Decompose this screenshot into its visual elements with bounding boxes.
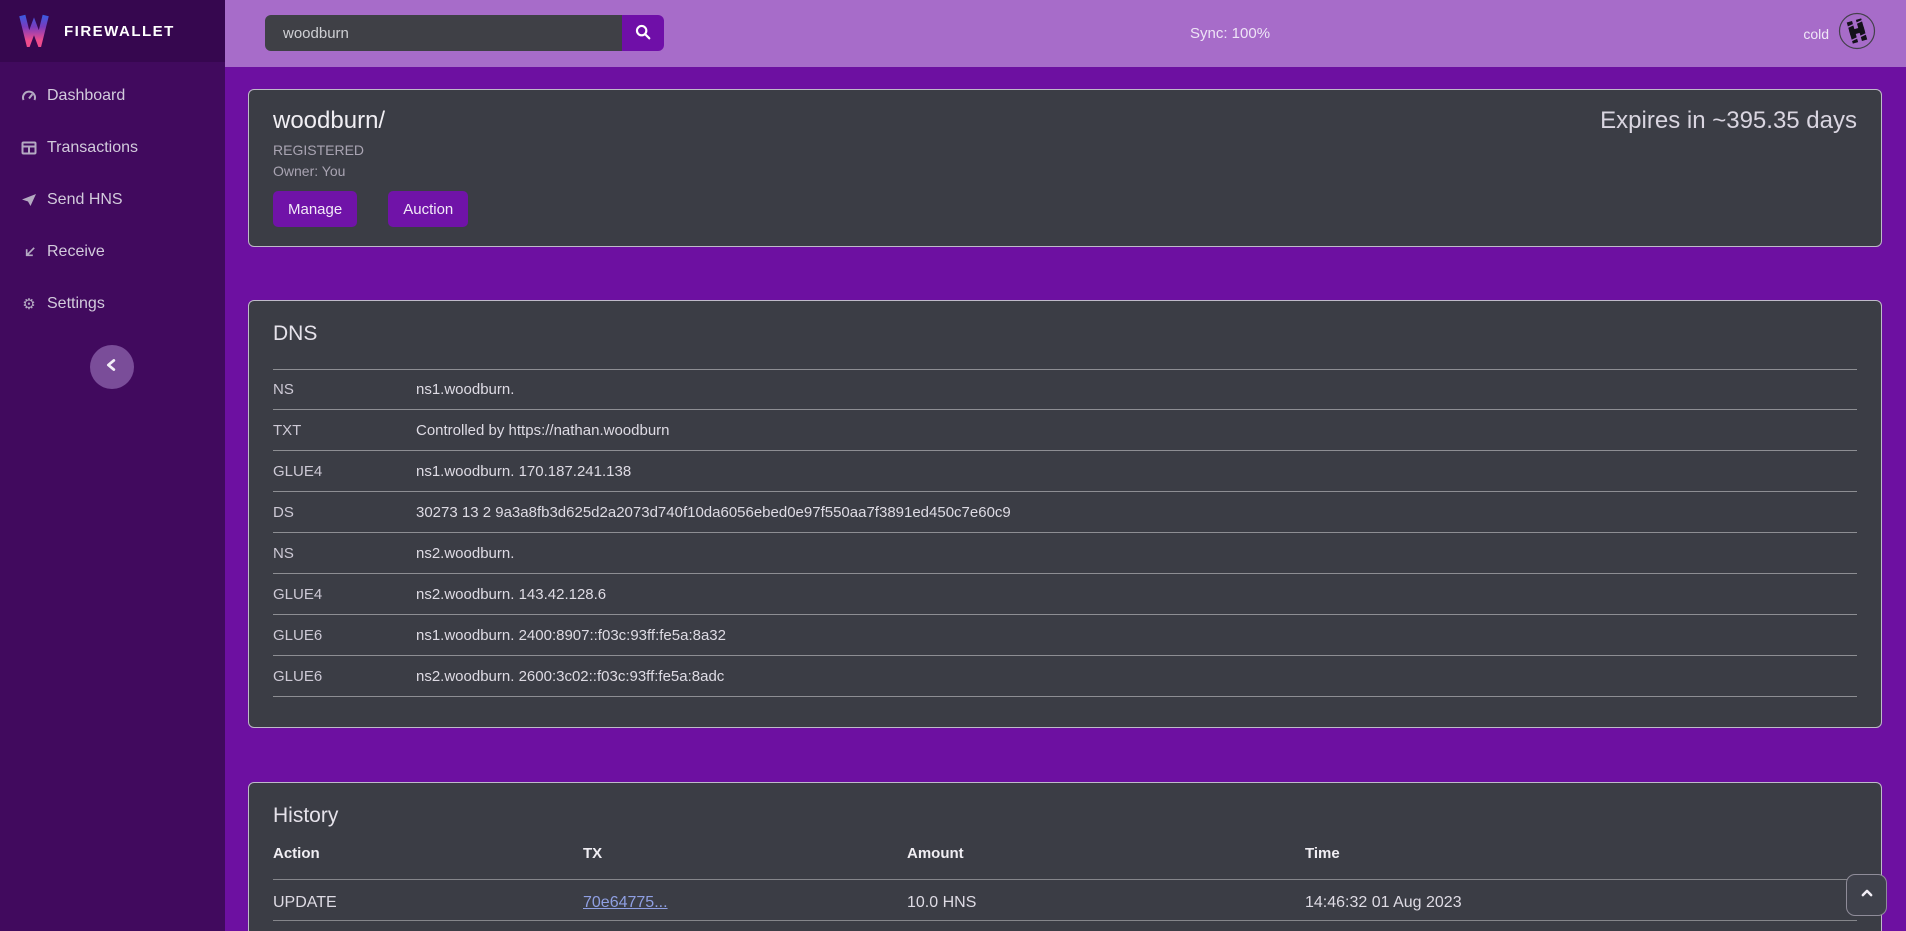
sidebar-item-send-hns[interactable]: Send HNS — [0, 184, 225, 216]
dns-table: NS ns1.woodburn. TXT Controlled by https… — [273, 369, 1857, 697]
sidebar-item-settings[interactable]: ⚙ Settings — [0, 288, 225, 320]
dns-record-value: ns1.woodburn. — [416, 381, 1857, 398]
dns-record-row: GLUE4 ns1.woodburn. 170.187.241.138 — [273, 451, 1857, 492]
domain-status: REGISTERED — [273, 142, 1857, 159]
dns-record-value: ns2.woodburn. 143.42.128.6 — [416, 586, 1857, 603]
sidebar-item-dashboard[interactable]: Dashboard — [0, 80, 225, 112]
history-amount: 10.0 HNS — [907, 894, 1305, 912]
dns-record-type: GLUE4 — [273, 463, 416, 480]
history-time: 14:46:32 01 Aug 2023 — [1305, 894, 1857, 912]
sidebar-item-label: Receive — [47, 243, 105, 261]
firewallet-logo-icon — [16, 11, 52, 52]
chevron-up-icon — [1857, 883, 1877, 908]
dns-record-type: GLUE4 — [273, 586, 416, 603]
receive-icon — [20, 245, 38, 260]
history-row: RENEW 470e5c1... 10.0 HNS 15:45:36 07 Fe… — [273, 921, 1857, 931]
search-group — [265, 15, 664, 51]
dns-title: DNS — [273, 321, 1857, 347]
dns-record-value: ns1.woodburn. 170.187.241.138 — [416, 463, 1857, 480]
search-button[interactable] — [622, 15, 664, 51]
dns-record-value: Controlled by https://nathan.woodburn — [416, 422, 1857, 439]
topbar: Sync: 100% cold — [225, 0, 1906, 67]
main-content: woodburn/ REGISTERED Owner: You Manage A… — [225, 67, 1906, 931]
sidebar-nav: Dashboard Transactions Send HNS Receive … — [0, 62, 225, 320]
search-icon — [634, 23, 652, 44]
dns-record-row: GLUE6 ns1.woodburn. 2400:8907::f03c:93ff… — [273, 615, 1857, 656]
history-row: UPDATE 70e64775... 10.0 HNS 14:46:32 01 … — [273, 880, 1857, 921]
dns-record-type: GLUE6 — [273, 668, 416, 685]
gear-icon: ⚙ — [20, 295, 38, 313]
auction-button[interactable]: Auction — [388, 191, 468, 227]
sidebar: FIREWALLET Dashboard Transactions Send H… — [0, 0, 225, 931]
history-action: UPDATE — [273, 894, 583, 912]
domain-actions: Manage Auction — [273, 191, 1857, 227]
sidebar-collapse-button[interactable] — [90, 345, 134, 389]
sidebar-item-label: Transactions — [47, 139, 138, 157]
dns-record-type: GLUE6 — [273, 627, 416, 644]
manage-button[interactable]: Manage — [273, 191, 357, 227]
history-title: History — [273, 803, 1857, 829]
dns-record-value: ns2.woodburn. 2600:3c02::f03c:93ff:fe5a:… — [416, 668, 1857, 685]
dns-record-type: NS — [273, 545, 416, 562]
search-input[interactable] — [265, 15, 622, 51]
history-col-tx: TX — [583, 845, 907, 862]
dns-record-row: NS ns1.woodburn. — [273, 369, 1857, 410]
history-card: History Action TX Amount Time UPDATE 70e… — [248, 782, 1882, 931]
chevron-left-icon — [101, 354, 123, 381]
dns-record-row: DS 30273 13 2 9a3a8fb3d625d2a2073d740f10… — [273, 492, 1857, 533]
dns-record-row: GLUE6 ns2.woodburn. 2600:3c02::f03c:93ff… — [273, 656, 1857, 697]
sidebar-item-receive[interactable]: Receive — [0, 236, 225, 268]
history-col-action: Action — [273, 845, 583, 862]
dns-record-type: NS — [273, 381, 416, 398]
history-col-time: Time — [1305, 845, 1857, 862]
history-col-amount: Amount — [907, 845, 1305, 862]
tx-link[interactable]: 70e64775... — [583, 894, 907, 912]
dns-record-value: ns2.woodburn. — [416, 545, 1857, 562]
dns-record-type: DS — [273, 504, 416, 521]
handshake-logo-icon — [1838, 12, 1876, 55]
sidebar-item-label: Settings — [47, 295, 105, 313]
dns-record-row: NS ns2.woodburn. — [273, 533, 1857, 574]
dns-record-value: ns1.woodburn. 2400:8907::f03c:93ff:fe5a:… — [416, 627, 1857, 644]
dns-record-row: TXT Controlled by https://nathan.woodbur… — [273, 410, 1857, 451]
domain-expiry: Expires in ~395.35 days — [1600, 106, 1857, 136]
scroll-to-top-button[interactable] — [1846, 874, 1887, 916]
transactions-icon — [20, 140, 38, 156]
domain-owner: Owner: You — [273, 163, 1857, 180]
dns-card: DNS NS ns1.woodburn. TXT Controlled by h… — [248, 300, 1882, 728]
send-icon — [20, 192, 38, 208]
sidebar-item-transactions[interactable]: Transactions — [0, 132, 225, 164]
wallet-chip[interactable]: cold — [1803, 0, 1876, 67]
dns-record-row: GLUE4 ns2.woodburn. 143.42.128.6 — [273, 574, 1857, 615]
dns-record-type: TXT — [273, 422, 416, 439]
history-header-row: Action TX Amount Time — [273, 845, 1857, 880]
sync-status: Sync: 100% — [1190, 0, 1270, 67]
wallet-name: cold — [1803, 26, 1829, 42]
app-title: FIREWALLET — [64, 23, 175, 40]
dns-record-value: 30273 13 2 9a3a8fb3d625d2a2073d740f10da6… — [416, 504, 1857, 521]
domain-card: woodburn/ REGISTERED Owner: You Manage A… — [248, 89, 1882, 247]
sidebar-item-label: Dashboard — [47, 87, 125, 105]
sidebar-item-label: Send HNS — [47, 191, 123, 209]
app-header: FIREWALLET — [0, 0, 225, 62]
dashboard-icon — [20, 88, 38, 104]
